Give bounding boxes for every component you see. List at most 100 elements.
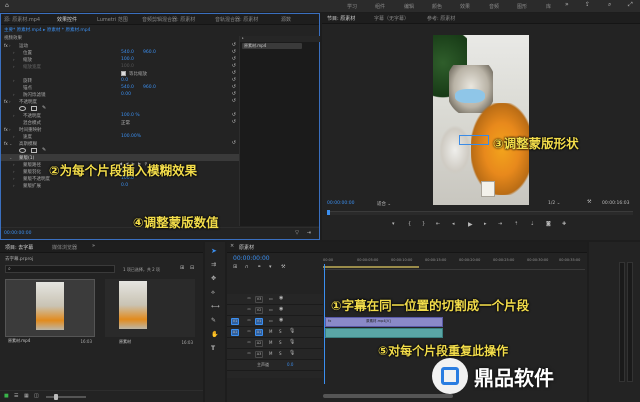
reset-icon[interactable]: ↺ [232, 56, 236, 62]
ellipse-mask-icon[interactable] [19, 106, 26, 111]
mask-outline-overlay[interactable] [459, 135, 489, 145]
mute-icon[interactable]: M [269, 351, 272, 356]
solo-icon[interactable]: S [279, 329, 282, 334]
home-icon[interactable]: ⌂ [5, 2, 9, 9]
filter-icon[interactable]: ▽ [295, 230, 299, 236]
track-lock-icon[interactable]: ▭ [245, 340, 253, 347]
icon-view-icon[interactable]: ▦ [24, 393, 29, 399]
sync-icon[interactable]: ▭ [269, 318, 273, 323]
ripple-edit-icon[interactable]: ✥ [211, 275, 216, 282]
position-y-value[interactable]: 960.0 [143, 50, 156, 55]
rectangle-mask-icon[interactable] [31, 148, 37, 153]
menu-item-color[interactable]: 颜色 [432, 3, 442, 10]
track-target-v1[interactable]: V1 [255, 318, 263, 325]
source-patch-a1[interactable]: A1 [231, 329, 239, 336]
master-volume[interactable]: 0.0 [287, 362, 293, 367]
freeform-icon[interactable]: ◫ [34, 393, 39, 399]
track-lock-icon[interactable]: ▭ [245, 329, 253, 336]
go-to-in-icon[interactable]: ⇤ [436, 221, 440, 227]
tab-reference[interactable]: 参考: 原素材 [427, 15, 455, 22]
expand-triangle-icon[interactable]: › [13, 78, 15, 83]
expand-triangle-icon[interactable]: › [9, 127, 11, 132]
expand-triangle-icon[interactable]: › [13, 162, 15, 167]
button-editor-icon[interactable]: ✚ [562, 221, 566, 227]
expand-triangle-icon[interactable]: › [13, 92, 15, 97]
reset-icon[interactable]: ↺ [232, 84, 236, 90]
eye-icon[interactable]: ◉ [279, 306, 283, 312]
menu-item-learn[interactable]: 学习 [347, 3, 357, 10]
pen-mask-icon[interactable]: ✎ [42, 147, 46, 153]
mark-out-icon[interactable]: } [422, 221, 425, 227]
reset-icon[interactable]: ↺ [232, 70, 236, 76]
effect-row-opacity[interactable]: › fx 不透明度 ↺ [1, 98, 239, 105]
rotation-value[interactable]: 0.0 [121, 78, 128, 83]
tab-sequence[interactable]: 原素材 [239, 244, 254, 251]
reset-icon[interactable]: ↺ [232, 112, 236, 118]
anti-flicker-value[interactable]: 0.00 [121, 92, 131, 97]
track-lock-icon[interactable]: ▭ [245, 296, 253, 303]
menu-item-libraries[interactable]: 库 [546, 3, 551, 10]
track-target-a3[interactable]: A3 [255, 351, 263, 358]
expand-triangle-icon[interactable]: › [13, 64, 15, 69]
work-area-bar[interactable] [323, 266, 419, 268]
extract-icon[interactable]: ⇣ [530, 221, 534, 227]
tab-effect-controls[interactable]: 效果控件 [57, 16, 77, 23]
linked-select-icon[interactable]: ⚭ [257, 264, 261, 270]
effect-row-motion[interactable]: › fx 运动 ↺ [1, 42, 239, 49]
track-target-a1[interactable]: A1 [255, 329, 263, 336]
slip-tool-icon[interactable]: ⟷ [211, 303, 220, 310]
fx-badge[interactable]: fx [4, 43, 8, 48]
menu-item-assembly[interactable]: 组件 [375, 3, 385, 10]
search-icon[interactable]: ⌕ [608, 1, 611, 9]
expand-triangle-icon[interactable]: › [9, 43, 11, 48]
project-search-input[interactable]: ⌕ [5, 265, 115, 273]
reset-icon[interactable]: ↺ [232, 49, 236, 55]
tab-program[interactable]: 节目: 原素材 [327, 15, 355, 22]
expand-triangle-icon[interactable]: › [13, 183, 15, 188]
solo-icon[interactable]: S [279, 351, 282, 356]
panel-more-icon[interactable]: » [92, 243, 95, 249]
mic-icon[interactable]: 🎙 [289, 350, 295, 356]
lift-icon[interactable]: ⇡ [514, 221, 518, 227]
reset-icon[interactable]: ↺ [232, 63, 236, 69]
expand-icon[interactable]: ⤢ [628, 1, 633, 9]
snap-icon[interactable]: ∩ [245, 264, 249, 270]
zoom-slider[interactable] [46, 394, 86, 400]
expand-triangle-icon[interactable]: › [13, 50, 15, 55]
effect-row-gaussian-blur[interactable]: ⌄ fx 高斯模糊 ↺ [1, 140, 239, 147]
sync-icon[interactable]: ▭ [269, 307, 273, 312]
effect-timecode[interactable]: 00:00:00:00 [4, 231, 31, 236]
effect-row-time-remap[interactable]: › fx 时间重映射 [1, 126, 239, 133]
ellipse-mask-icon[interactable] [19, 148, 26, 153]
camera-icon[interactable]: ◙ [546, 221, 551, 227]
program-ratio-select[interactable]: 1/2 ⌄ [548, 201, 560, 206]
clip-v1[interactable]: fx 原素材.mp4[V] [325, 317, 443, 327]
reset-icon[interactable]: ↺ [232, 119, 236, 125]
step-back-icon[interactable]: ◂ [452, 221, 455, 227]
tab-metadata[interactable]: 源数 [281, 16, 291, 23]
anchor-y-value[interactable]: 960.0 [143, 85, 156, 90]
marker-icon[interactable]: ▾ [392, 221, 395, 227]
menu-item-edit[interactable]: 编辑 [404, 3, 414, 10]
project-item-1[interactable]: 原素材.mp4 16:03 [5, 279, 95, 344]
timeline-settings-icon[interactable]: ⚒ [281, 264, 285, 270]
track-target-a2[interactable]: A2 [255, 340, 263, 347]
uniform-scale-checkbox[interactable] [121, 71, 126, 76]
program-video-frame[interactable] [433, 35, 529, 205]
go-to-out-icon[interactable]: ⇥ [498, 221, 502, 227]
anchor-x-value[interactable]: 540.0 [121, 85, 134, 90]
zoom-slider-handle[interactable] [54, 394, 58, 400]
mic-icon[interactable]: 🎙 [289, 339, 295, 345]
timeline-timecode[interactable]: 00:00:00:00 [233, 255, 270, 262]
new-bin-icon[interactable]: ⊞ [180, 265, 184, 271]
pen-tool-icon[interactable]: ✎ [211, 317, 216, 324]
track-target-v2[interactable]: V2 [255, 307, 263, 314]
play-icon[interactable]: ▶ [468, 221, 473, 228]
more-icon[interactable]: » [565, 1, 569, 8]
clip-a1[interactable] [325, 328, 443, 338]
selection-tool-icon[interactable]: ➤ [211, 247, 217, 255]
menu-item-audio[interactable]: 音频 [489, 3, 499, 10]
close-icon[interactable]: × [230, 243, 234, 249]
add-marker-icon[interactable]: ▾ [269, 264, 272, 270]
tab-source[interactable]: 源: 原素材.mp4 [4, 16, 40, 23]
